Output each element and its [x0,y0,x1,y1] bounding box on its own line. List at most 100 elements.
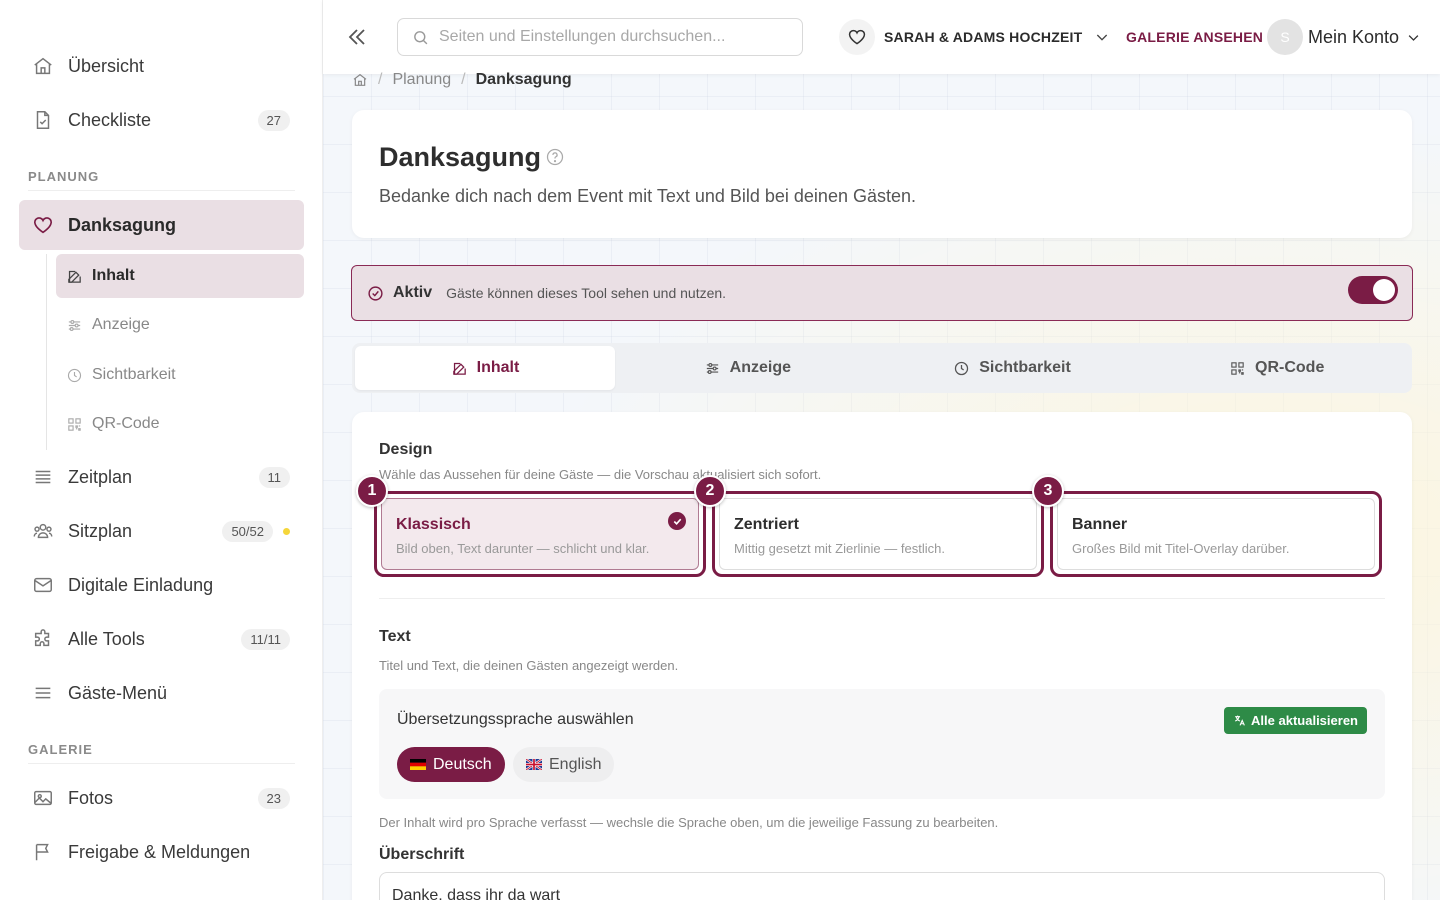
language-pill-german[interactable]: Deutsch [397,747,505,782]
flag-icon [35,843,49,861]
tab-qrcode[interactable]: QR-Code [1144,346,1409,390]
page-description: Bedanke dich nach dem Event mit Text und… [379,186,917,206]
tab-content[interactable]: Inhalt [355,346,615,390]
chevron-down-icon [1097,34,1108,41]
count-badge: 11 [258,466,290,488]
count-badge: 27 [257,109,290,131]
mail-icon [34,577,52,593]
language-label: English [549,755,602,773]
translate-icon [1235,715,1245,726]
view-gallery-link[interactable]: GALERIE ANSEHEN [1126,29,1263,45]
sidebar-item-checklist[interactable]: Checkliste 27 [19,95,304,145]
list-icon [35,470,51,484]
language-selector-panel: Übersetzungssprache auswählen Alle aktua… [379,689,1385,799]
language-note: Der Inhalt wird pro Sprache verfasst — w… [379,815,999,830]
design-option-banner[interactable]: Banner Großes Bild mit Titel-Overlay dar… [1050,491,1382,577]
sidebar-subitem-visibility[interactable]: Sichtbarkeit [56,353,304,397]
sidebar-item-overview[interactable]: Übersicht [19,41,304,91]
sidebar: Übersicht Checkliste 27 PLANUNG Danksagu… [0,0,323,900]
qr-code-icon [68,417,81,431]
puzzle-icon [34,629,50,647]
design-option-desc: Großes Bild mit Titel-Overlay darüber. [1072,541,1290,556]
update-all-button[interactable]: Alle aktualisieren [1224,707,1367,734]
heart-icon [33,217,53,234]
step-number-badge: 3 [1032,475,1064,507]
german-flag-icon [410,759,426,770]
step-number-badge: 1 [356,475,388,507]
language-selector-title: Übersetzungssprache auswählen [397,711,634,728]
status-dot [283,527,290,535]
sidebar-item-sharing[interactable]: Freigabe & Meldungen [19,827,304,877]
language-pill-english[interactable]: English [513,747,615,782]
sidebar-item-all-tools[interactable]: Alle Tools 11/11 [19,614,304,664]
submenu-line [46,254,47,450]
image-icon [34,790,52,806]
sliders-icon [68,319,81,331]
language-label: Deutsch [433,755,492,773]
active-toggle[interactable] [1348,276,1398,304]
sidebar-subitem-qrcode[interactable]: QR-Code [56,402,304,446]
users-icon [33,523,53,539]
collapse-sidebar-button[interactable] [345,24,369,50]
sliders-icon [706,362,718,374]
sidebar-subitem-content[interactable]: Inhalt [56,254,304,298]
status-label: Aktiv [393,284,433,301]
home-icon [34,57,52,75]
sidebar-item-label: Fotos [68,787,114,808]
section-divider [28,763,295,764]
design-option-desc: Bild oben, Text darunter — schlicht und … [396,541,650,556]
search-bar [397,18,803,56]
tab-label: QR-Code [1255,359,1325,376]
breadcrumb-separator: / [461,71,466,88]
design-subtitle: Wähle das Aussehen für deine Gäste — die… [379,467,822,482]
search-input[interactable] [439,28,799,46]
sidebar-subitem-display[interactable]: Anzeige [56,303,304,347]
count-badge: 23 [257,787,290,809]
sidebar-item-invitation[interactable]: Digitale Einladung [19,560,304,610]
design-option-name: Klassisch [396,516,471,533]
status-bar: Aktiv Gäste können dieses Tool sehen und… [351,265,1413,321]
page-header-card: Danksagung Bedanke dich nach dem Event m… [352,110,1412,238]
count-badge: 50/52 [222,520,273,542]
sidebar-item-photos[interactable]: Fotos 23 [19,773,304,823]
account-label: Mein Konto [1308,26,1400,47]
tab-display[interactable]: Anzeige [615,346,880,390]
heart-icon [839,19,875,55]
tab-visibility[interactable]: Sichtbarkeit [880,346,1145,390]
document-check-icon [36,111,50,129]
menu-icon [35,687,51,699]
sidebar-item-label: Checkliste [68,109,152,130]
count-badge: 11/11 [241,628,290,650]
design-option-centered[interactable]: Zentriert Mittig gesetzt mit Zierlinie —… [712,491,1044,577]
subitem-label: Anzeige [92,316,150,333]
qr-code-icon [1231,361,1244,375]
subitem-label: Inhalt [92,267,135,284]
breadcrumb-parent[interactable]: Planung [392,71,451,89]
design-option-desc: Mittig gesetzt mit Zierlinie — festlich. [734,541,945,556]
account-menu[interactable]: S Mein Konto [1267,19,1421,55]
design-option-name: Banner [1072,516,1128,533]
section-label-gallery: GALERIE [28,742,93,757]
clock-icon [955,361,969,375]
breadcrumb-current: Danksagung [475,71,572,88]
clock-icon [67,368,82,382]
tab-bar: Inhalt Anzeige Sichtbarkeit QR-Code [352,343,1412,393]
page-title: Danksagung [379,142,542,172]
design-option-name: Zentriert [734,516,799,533]
design-option-classic[interactable]: Klassisch Bild oben, Text darunter — sch… [374,491,706,577]
sidebar-item-schedule[interactable]: Zeitplan 11 [19,452,304,502]
help-icon[interactable] [545,147,565,167]
sidebar-item-label: Danksagung [68,214,177,235]
tab-label: Anzeige [729,359,791,376]
headline-label: Überschrift [379,846,465,863]
check-icon [668,512,686,530]
design-title: Design [379,441,433,458]
home-icon[interactable] [352,72,368,88]
sidebar-item-thanks[interactable]: Danksagung [19,200,304,250]
sidebar-item-seating[interactable]: Sitzplan 50/52 [19,506,304,556]
uk-flag-icon [526,759,542,770]
text-section-subtitle: Titel und Text, die deinen Gästen angeze… [379,658,679,673]
event-selector[interactable]: SARAH & ADAMS HOCHZEIT [839,19,1110,55]
headline-input[interactable] [379,872,1385,900]
sidebar-item-guest-menu[interactable]: Gäste-Menü [19,668,304,718]
